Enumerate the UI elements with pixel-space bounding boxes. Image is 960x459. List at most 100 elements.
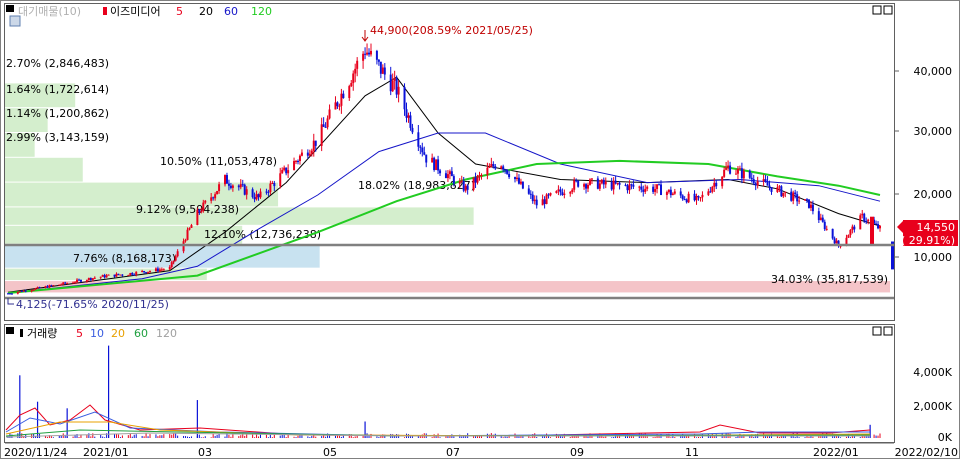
candle-body — [723, 169, 726, 177]
candle-body — [375, 50, 378, 60]
candle-body — [340, 93, 343, 106]
candle-body — [198, 209, 201, 213]
candle-body — [776, 187, 779, 192]
candle-body — [500, 166, 503, 169]
candle-body — [480, 174, 483, 176]
candle-body — [811, 204, 814, 212]
candle-body — [251, 189, 254, 198]
candle-body — [397, 86, 400, 95]
candle-body — [766, 181, 769, 186]
candle-body — [762, 179, 765, 182]
y-tick-label: 30,000 — [914, 125, 953, 138]
candle-body — [870, 216, 874, 246]
candle-body — [143, 271, 146, 273]
candle-body — [393, 78, 396, 81]
candle-body — [158, 269, 161, 272]
candle-body — [184, 239, 187, 242]
candle-body — [225, 175, 228, 184]
candle-body — [809, 204, 812, 208]
volume-profile-label: 1.64% (1,722,614) — [6, 83, 109, 96]
axis-toggle-icon[interactable] — [9, 15, 21, 27]
candle-body — [709, 191, 712, 193]
candle-body — [640, 186, 643, 190]
candle-body — [519, 181, 522, 184]
close-icon[interactable] — [883, 326, 893, 336]
chart-settings-icon[interactable] — [6, 5, 14, 12]
candle-body — [782, 192, 785, 197]
candle-body — [598, 183, 601, 189]
candle-body — [583, 184, 586, 187]
candle-body — [823, 221, 826, 230]
candle-body — [444, 173, 447, 179]
maximize-icon[interactable] — [872, 5, 882, 15]
candle-body — [101, 275, 104, 277]
candle-body — [748, 170, 751, 178]
candle-body — [186, 229, 189, 240]
candle-body — [383, 67, 386, 75]
candle-body — [658, 184, 661, 186]
candle-body — [245, 189, 248, 195]
candle-body — [632, 184, 635, 187]
volume-tick-label: 4,000K — [913, 366, 952, 379]
candle-body — [573, 180, 576, 190]
volume-legend-ma5: 5 — [76, 327, 83, 340]
candle-body — [740, 168, 743, 179]
candle-body — [103, 275, 106, 278]
candle-body — [229, 185, 232, 188]
candle-body — [172, 260, 175, 263]
candle-body — [725, 167, 728, 170]
candle-body — [464, 185, 467, 191]
candle-body — [113, 274, 116, 277]
candle-body — [628, 184, 631, 191]
candle-body — [486, 167, 489, 175]
candle-body — [452, 176, 455, 184]
candle-body — [147, 271, 150, 273]
volume-profile-bar — [5, 281, 890, 293]
maximize-icon[interactable] — [872, 326, 882, 336]
candle-body — [176, 251, 179, 257]
candle-body — [515, 177, 518, 180]
candle-body — [46, 286, 49, 288]
candle-body — [334, 102, 337, 110]
candle-body — [34, 288, 37, 290]
candle-body — [79, 279, 82, 282]
candle-body — [596, 178, 599, 189]
candle-body — [287, 170, 290, 174]
candle-body — [494, 166, 497, 169]
candle-body — [867, 219, 870, 222]
volume-profile-label: 7.76% (8,168,173) — [73, 252, 176, 265]
legend-ma60: 60 — [224, 5, 238, 18]
candle-body — [865, 220, 868, 222]
candle-body — [825, 228, 828, 230]
candle-body — [117, 273, 120, 275]
candle-body — [738, 168, 741, 170]
volume-settings-icon[interactable] — [6, 327, 14, 334]
candle-body — [115, 273, 118, 277]
candle-body — [129, 273, 132, 276]
candle-body — [831, 228, 834, 239]
volume-legend-ma120: 120 — [156, 327, 177, 340]
volume-profile-bar — [5, 157, 83, 182]
candle-body — [257, 194, 260, 198]
high-annotation: 44,900(208.59% 2021/05/25) — [370, 24, 533, 37]
candle-body — [188, 227, 191, 230]
candle-body — [298, 155, 301, 162]
candle-body — [131, 273, 134, 275]
candle-body — [218, 184, 221, 192]
candle-body — [533, 199, 536, 202]
candle-body — [833, 238, 836, 244]
candle-body — [517, 177, 520, 184]
x-tick-label: 11 — [685, 446, 699, 459]
candle-body — [879, 225, 881, 229]
candle-body — [502, 166, 505, 170]
candle-body — [308, 153, 311, 156]
candle-body — [798, 200, 801, 202]
candle-body — [877, 224, 880, 229]
candle-body — [654, 188, 657, 192]
volume-profile-label: 9.12% (9,594,238) — [136, 203, 239, 216]
candle-body — [756, 181, 759, 186]
candle-body — [713, 182, 716, 187]
candle-body — [796, 194, 799, 202]
close-icon[interactable] — [883, 5, 893, 15]
candle-body — [778, 186, 781, 188]
